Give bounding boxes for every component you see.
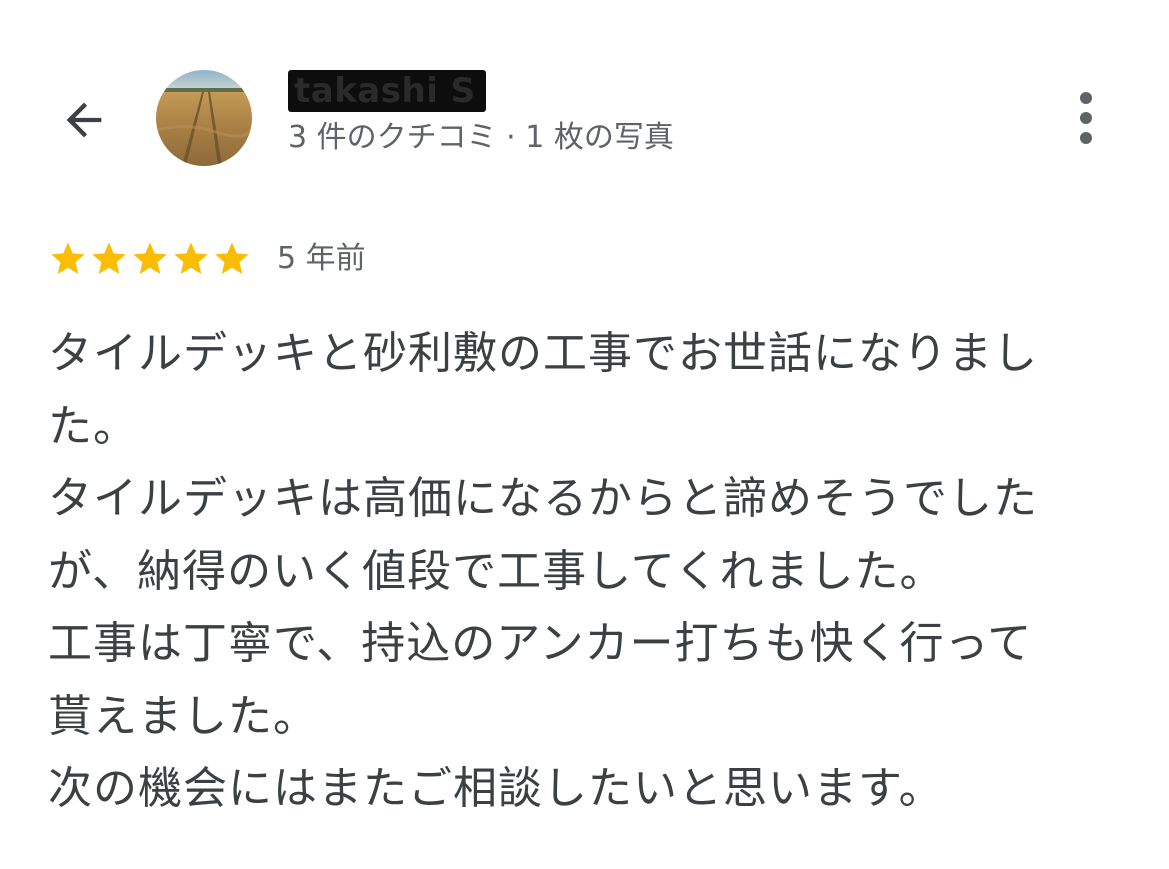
star-icon [174,242,208,274]
user-stats: 3 件のクチコミ · 1 枚の写真 [288,120,674,155]
star-icon [92,242,126,274]
review-header: takashi S 3 件のクチコミ · 1 枚の写真 [0,0,1169,200]
star-rating [48,239,253,279]
review-text-line: が、納得のいく値段で工事してくれました。 [48,545,945,597]
star-icon [133,242,167,274]
back-button[interactable] [52,88,116,152]
arrow-left-icon [66,102,102,138]
review-text-line: 次の機会にはまたご相談したいと思います。 [48,763,944,814]
more-options-button[interactable] [1056,88,1116,148]
review-text-line: た。 [48,400,138,452]
user-name[interactable]: takashi S [288,70,486,112]
review-text: タイルデッキと砂利敷の工事でお世話になりまし た。タイルデッキは高価になるからと諦… [48,318,1128,826]
star-icon [51,242,85,274]
review-text-line: タイルデッキと砂利敷の工事でお世話になりまし [48,328,1038,379]
rating-row: 5 年前 [48,236,366,282]
review-date: 5 年前 [277,241,366,276]
review-text-line: 工事は丁寧で、持込のアンカー打ちも快く行って [48,618,1033,669]
review-text-line: 貰えました。 [48,690,318,742]
avatar-photo [156,70,252,166]
avatar[interactable] [156,70,252,166]
more-vert-icon [1080,92,1092,144]
review-text-line: タイルデッキは高価になるからと諦めそうでした [48,473,1038,524]
star-icon [215,242,249,274]
